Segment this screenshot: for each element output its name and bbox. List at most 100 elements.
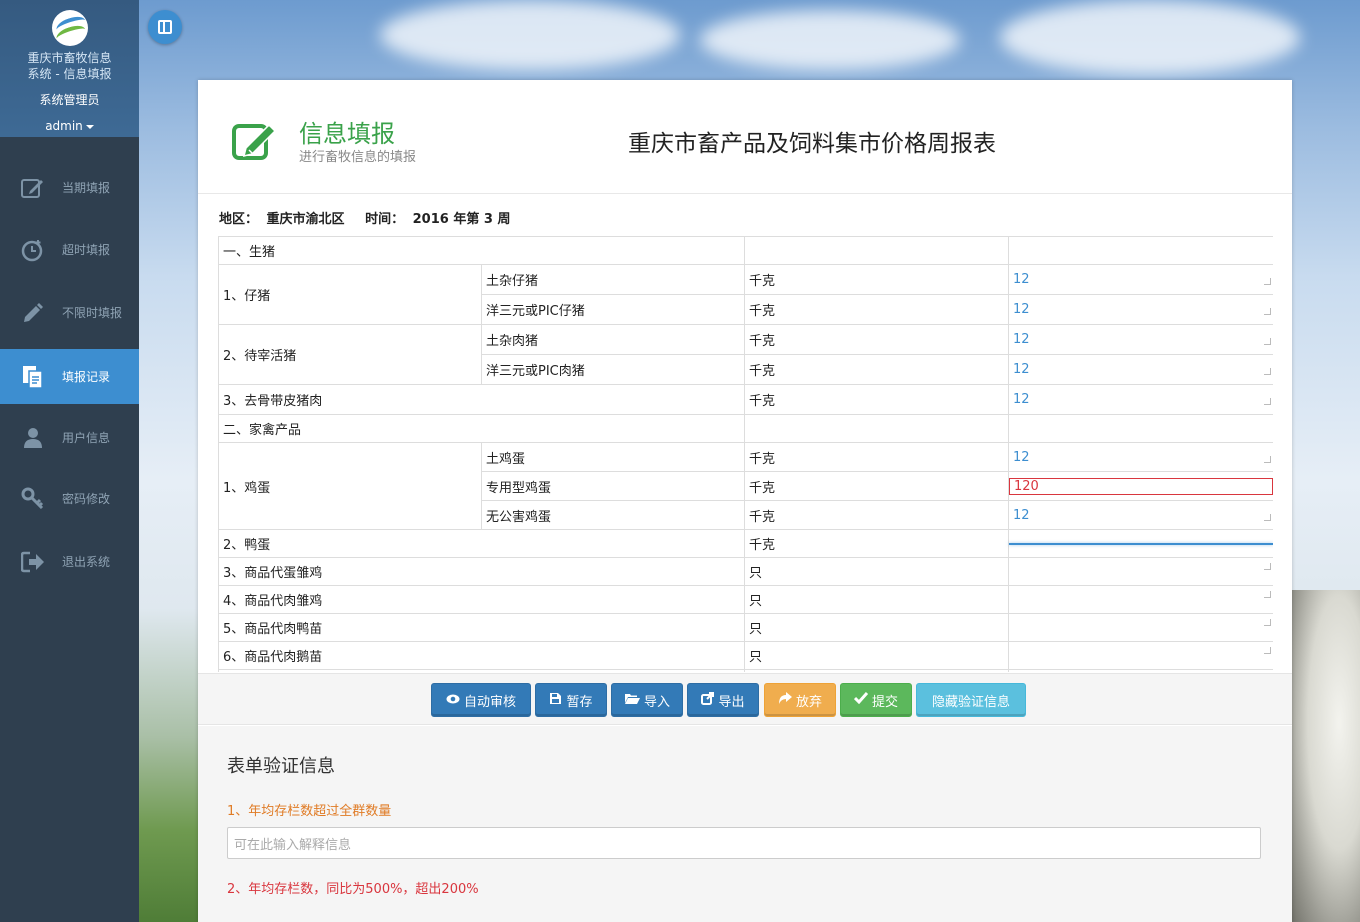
- unit-cell: 千克: [744, 529, 1010, 558]
- export-icon: [701, 691, 715, 709]
- discard-button[interactable]: 放弃: [764, 683, 836, 717]
- sidebar-toggle-icon: [158, 20, 172, 34]
- unit-cell: 千克: [744, 324, 1010, 355]
- brand-title-line2: 系统 - 信息填报: [27, 67, 112, 81]
- group-name: 2、鸭蛋: [218, 529, 746, 558]
- sidebar-item-label: 超时填报: [62, 243, 111, 257]
- unit-cell: 只: [744, 613, 1010, 642]
- value-input[interactable]: 12: [1009, 362, 1273, 377]
- sidebar-item-user-info[interactable]: 用户信息: [0, 410, 139, 465]
- table-row: [218, 669, 1273, 672]
- sidebar-item-label: 用户信息: [62, 431, 111, 445]
- sidebar-item-label: 填报记录: [62, 370, 111, 384]
- save-icon: [549, 692, 562, 709]
- folder-open-icon: [624, 692, 640, 708]
- sidebar-item-label: 不限时填报: [62, 306, 123, 320]
- eye-icon: [446, 693, 460, 708]
- value-input[interactable]: 12: [1009, 450, 1273, 465]
- explanation-input[interactable]: 可在此输入解释信息: [227, 827, 1261, 859]
- sidebar-item-overdue-report[interactable]: 超时填报: [0, 222, 139, 277]
- value-input[interactable]: 12: [1009, 508, 1273, 523]
- value-input[interactable]: 12: [1009, 302, 1273, 317]
- group-name: 2、待宰活猪: [218, 324, 482, 385]
- page-subtitle: 进行畜牧信息的填报: [299, 150, 417, 165]
- sidebar-item-change-password[interactable]: 密码修改: [0, 471, 139, 526]
- export-button[interactable]: 导出: [687, 683, 759, 717]
- item-name: 洋三元或PIC仔猪: [480, 294, 746, 325]
- share-arrow-icon: [778, 692, 792, 708]
- check-icon: [853, 692, 869, 708]
- unit-cell: 只: [744, 641, 1010, 670]
- edit-icon: [20, 175, 46, 201]
- group-name: 1、鸡蛋: [218, 442, 482, 530]
- table-row: 3、商品代蛋雏鸡 只: [218, 557, 1273, 586]
- background-cloud: [700, 10, 960, 70]
- section-title: 一、生猪: [218, 236, 746, 265]
- section-row: 一、生猪: [218, 236, 1273, 265]
- background-cloud: [380, 0, 680, 70]
- discard-label: 放弃: [795, 694, 822, 710]
- group-name: 5、商品代肉鸭苗: [218, 613, 746, 642]
- pencil-icon: [20, 300, 46, 326]
- auto-review-button[interactable]: 自动审核: [431, 683, 531, 717]
- sidebar-item-label: 密码修改: [62, 492, 111, 506]
- price-table-container[interactable]: 一、生猪 1、仔猪 土杂仔猪 千克 12 洋三元或PIC仔猪 千克 12 2、待…: [218, 236, 1273, 672]
- files-icon: [20, 364, 46, 390]
- validation-warning: 1、年均存栏数超过全群数量: [227, 804, 392, 819]
- key-icon: [20, 486, 46, 512]
- group-name: 4、商品代肉雏鸡: [218, 585, 746, 614]
- value-input-focused[interactable]: [1009, 542, 1273, 545]
- unit-cell: 千克: [744, 264, 1010, 295]
- time-label: 时间：: [365, 212, 405, 227]
- section-title: 二、家禽产品: [218, 414, 746, 443]
- table-row: 1、仔猪 土杂仔猪 千克 12: [218, 264, 1273, 325]
- table-row: 1、鸡蛋 土鸡蛋 千克 12: [218, 442, 1273, 530]
- item-name: 洋三元或PIC肉猪: [480, 354, 746, 385]
- validation-panel: 表单验证信息 1、年均存栏数超过全群数量 可在此输入解释信息 2、年均存栏数，同…: [198, 726, 1292, 922]
- group-name: 3、去骨带皮猪肉: [218, 384, 746, 415]
- value-input[interactable]: 12: [1009, 332, 1273, 347]
- sidebar-item-current-report[interactable]: 当期填报: [0, 160, 139, 215]
- form-title: 重庆市畜产品及饲料集市价格周报表: [628, 131, 996, 157]
- panel-header: 信息填报 进行畜牧信息的填报 重庆市畜产品及饲料集市价格周报表: [198, 80, 1292, 194]
- logout-icon: [20, 549, 46, 575]
- save-draft-label: 暂存: [566, 694, 593, 710]
- action-bar: 自动审核 暂存 导入 导出 放弃 提交 隐藏验证信息: [198, 673, 1292, 725]
- user-menu[interactable]: admin: [0, 118, 139, 134]
- user-name: admin: [45, 119, 83, 133]
- auto-review-label: 自动审核: [463, 694, 516, 710]
- sidebar-item-label: 当期填报: [62, 181, 111, 195]
- item-name: 无公害鸡蛋: [480, 500, 746, 530]
- group-name: 1、仔猪: [218, 264, 482, 325]
- section-row: 二、家禽产品: [218, 414, 1273, 443]
- value-input-error[interactable]: 120: [1009, 477, 1273, 495]
- unit-cell: 千克: [744, 294, 1010, 325]
- table-row: 2、鸭蛋 千克: [218, 529, 1273, 558]
- item-name: 土杂仔猪: [480, 264, 746, 295]
- sidebar-toggle-button[interactable]: [148, 10, 182, 44]
- table-row: 6、商品代肉鹅苗 只: [218, 641, 1273, 670]
- background-sheep: [1290, 590, 1360, 922]
- sidebar: 重庆市畜牧信息 系统 - 信息填报 系统管理员 admin 当期填报 超时填报 …: [0, 0, 139, 922]
- value-input[interactable]: 12: [1009, 272, 1273, 287]
- validation-title: 表单验证信息: [227, 756, 335, 777]
- unit-cell: 千克: [744, 500, 1010, 530]
- item-name: 土杂肉猪: [480, 324, 746, 355]
- save-draft-button[interactable]: 暂存: [535, 683, 607, 717]
- clock-icon: [20, 237, 46, 263]
- background-cloud: [1000, 0, 1300, 75]
- sidebar-item-logout[interactable]: 退出系统: [0, 534, 139, 589]
- table-row: 3、去骨带皮猪肉 千克 12: [218, 384, 1273, 415]
- main-panel: 信息填报 进行畜牧信息的填报 重庆市畜产品及饲料集市价格周报表 地区： 重庆市渝…: [198, 80, 1292, 922]
- value-input[interactable]: 12: [1009, 392, 1273, 407]
- sidebar-item-unlimited-report[interactable]: 不限时填报: [0, 285, 139, 340]
- submit-button[interactable]: 提交: [840, 683, 912, 717]
- import-button[interactable]: 导入: [611, 683, 683, 717]
- unit-cell: 千克: [744, 354, 1010, 385]
- page-title: 信息填报: [299, 120, 395, 148]
- hide-validation-button[interactable]: 隐藏验证信息: [916, 683, 1026, 717]
- time-value: 2016 年第 3 周: [412, 212, 511, 227]
- sidebar-item-label: 退出系统: [62, 555, 111, 569]
- sidebar-item-report-records[interactable]: 填报记录: [0, 349, 139, 404]
- table-row: 4、商品代肉雏鸡 只: [218, 585, 1273, 614]
